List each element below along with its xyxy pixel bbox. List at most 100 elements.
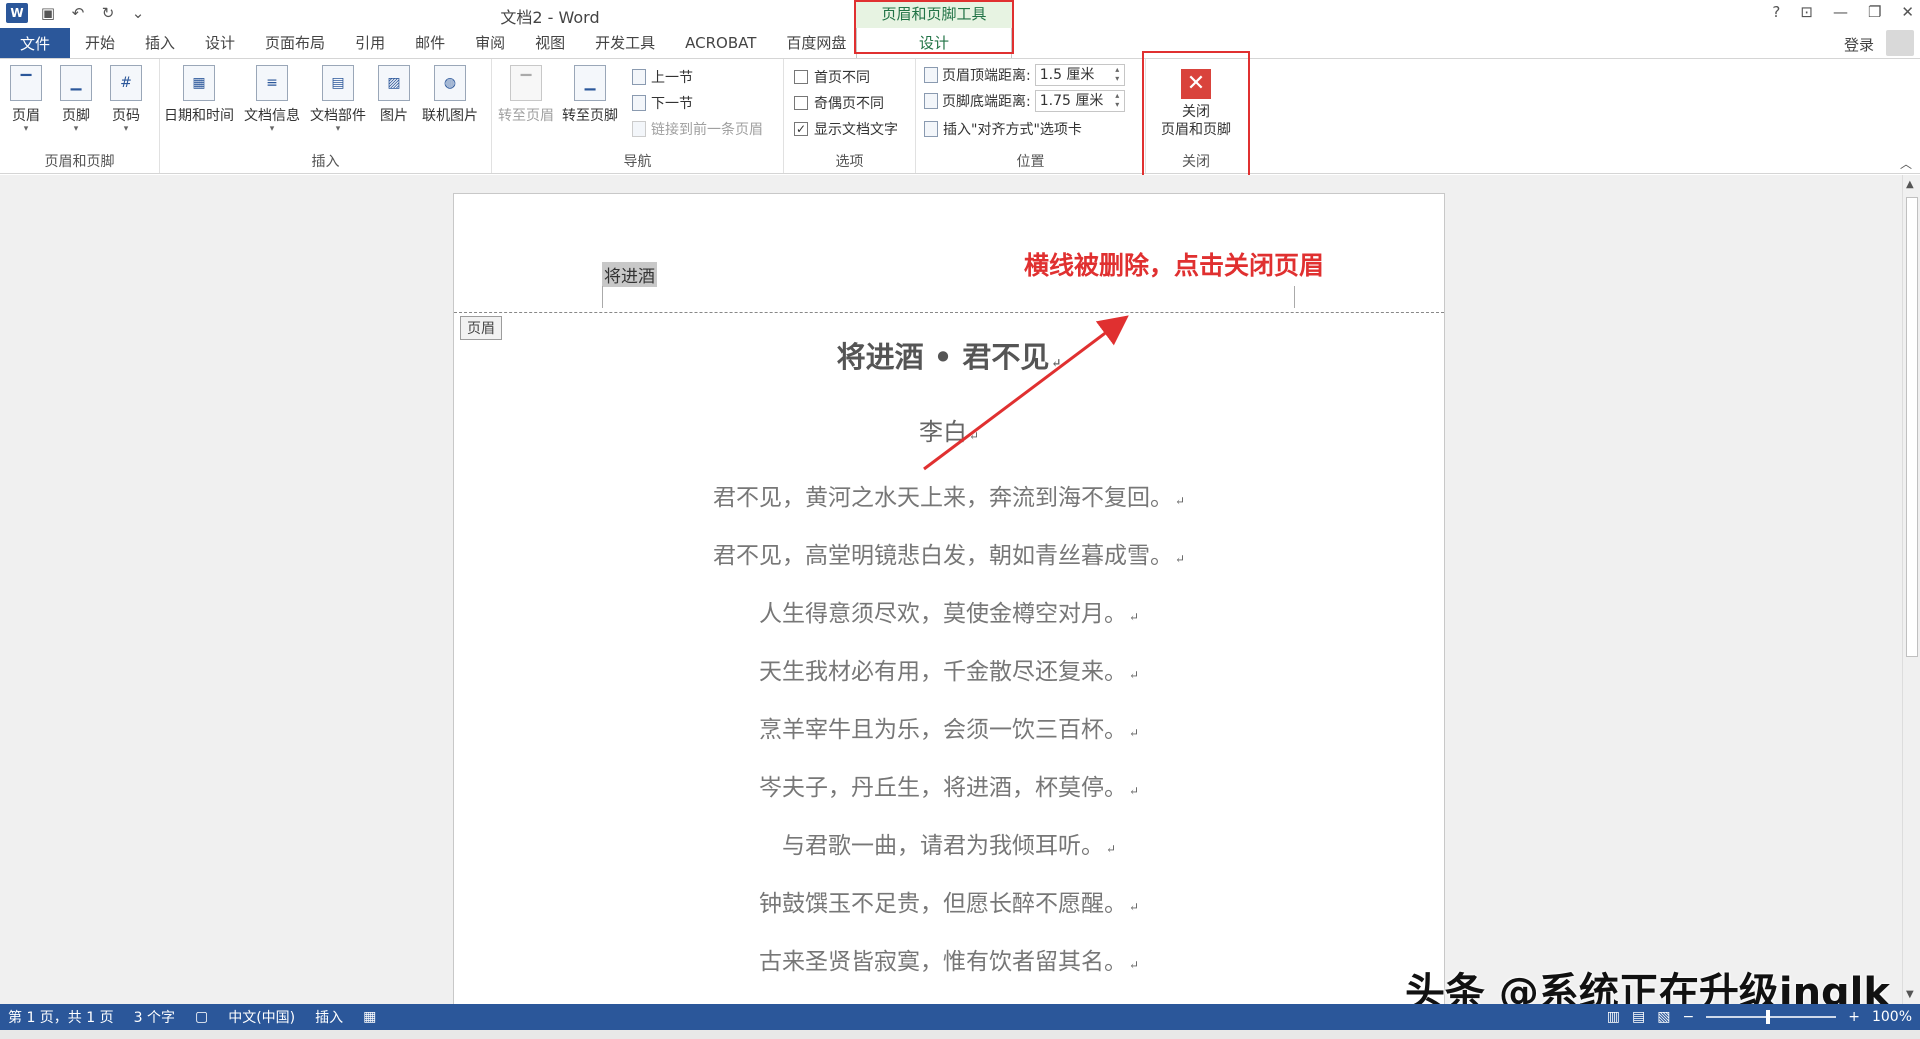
- tab-acrobat[interactable]: ACROBAT: [670, 28, 771, 58]
- tab-view[interactable]: 视图: [520, 28, 580, 58]
- paragraph-mark: ↵: [1128, 958, 1140, 972]
- goto-header-icon: ▔: [510, 65, 542, 101]
- paragraph-mark: ↵: [1128, 610, 1140, 624]
- paragraph-mark: ↵: [1128, 668, 1140, 682]
- link-icon: [632, 121, 646, 137]
- next-section-button[interactable]: 下一节: [632, 93, 693, 113]
- annotation-text: 横线被删除，点击关闭页眉: [1024, 251, 1325, 280]
- paragraph-mark: ↵: [1174, 494, 1186, 508]
- picture-button[interactable]: ▨ 图片: [378, 65, 410, 125]
- poem-line: 与君歌一曲，请君为我倾耳听。 ↵: [781, 833, 1117, 859]
- checkbox-box: [794, 96, 808, 110]
- zoom-level[interactable]: 100%: [1872, 1009, 1912, 1025]
- zoom-slider-thumb[interactable]: [1766, 1010, 1771, 1024]
- close-window-icon[interactable]: ✕: [1901, 3, 1914, 21]
- macro-record-icon[interactable]: ▦: [363, 1009, 376, 1025]
- status-right: ▥ ▤ ▧ − + 100%: [1607, 1004, 1912, 1030]
- chevron-down-icon: ▾: [123, 124, 129, 134]
- login-link[interactable]: 登录: [1844, 34, 1874, 55]
- group-label: 选项: [835, 154, 864, 170]
- scroll-up-icon[interactable]: ▲: [1906, 179, 1914, 190]
- header-position-icon: [924, 67, 938, 83]
- tab-file[interactable]: 文件: [0, 28, 70, 58]
- checkmark-icon: ✓: [794, 122, 808, 136]
- tab-baidu-netdisk[interactable]: 百度网盘: [771, 28, 861, 58]
- tab-design[interactable]: 设计: [190, 28, 250, 58]
- group-label: 页眉和页脚: [44, 154, 115, 170]
- doc-info-button[interactable]: ≡ 文档信息 ▾: [244, 65, 300, 134]
- restore-icon[interactable]: ❐: [1868, 3, 1881, 21]
- header-top-spinner[interactable]: 1.5 厘米: [1034, 64, 1125, 86]
- annotation-arrow: [923, 315, 1129, 471]
- next-section-icon: [632, 95, 646, 111]
- header-top-distance: 页眉顶端距离: 1.5 厘米: [924, 64, 1125, 86]
- page-count[interactable]: 第 1 页，共 1 页: [8, 1007, 114, 1027]
- paragraph-mark: ↵: [1128, 900, 1140, 914]
- proofing-icon[interactable]: ▢: [195, 1009, 208, 1025]
- zoom-in-icon[interactable]: +: [1848, 1009, 1860, 1025]
- footer-icon: ▁: [60, 65, 92, 101]
- chevron-down-icon: ▾: [269, 124, 275, 134]
- group-options: 首页不同 奇偶页不同 ✓ 显示文档文字 选项: [784, 59, 916, 173]
- group-label: 插入: [311, 154, 340, 170]
- header-text[interactable]: 将进酒: [602, 262, 657, 287]
- date-time-button[interactable]: ▦ 日期和时间: [164, 65, 234, 125]
- word-count[interactable]: 3 个字: [134, 1007, 175, 1027]
- group-navigation: ▔ 转至页眉 ▁ 转至页脚 上一节 下一节 链接到前一条页眉 导航: [492, 59, 784, 173]
- group-position: 页眉顶端距离: 1.5 厘米 页脚底端距离: 1.75 厘米 插入"对齐方式"选…: [916, 59, 1146, 173]
- avatar[interactable]: [1886, 30, 1914, 56]
- quick-parts-button[interactable]: ▤ 文档部件 ▾: [310, 65, 366, 134]
- tab-layout[interactable]: 页面布局: [250, 28, 340, 58]
- paragraph-mark: ↵: [1128, 726, 1140, 740]
- header-button[interactable]: ▔ 页眉 ▾: [10, 65, 42, 134]
- group-insert: ▦ 日期和时间 ≡ 文档信息 ▾ ▤ 文档部件 ▾ ▨ 图片 ◍ 联机图片 插入: [160, 59, 492, 173]
- footer-bottom-spinner[interactable]: 1.75 厘米: [1034, 90, 1125, 112]
- crop-mark: [1294, 286, 1295, 308]
- goto-header-button[interactable]: ▔ 转至页眉: [498, 65, 554, 125]
- goto-footer-icon: ▁: [574, 65, 606, 101]
- diff-first-page-checkbox[interactable]: 首页不同: [794, 67, 870, 87]
- tab-developer[interactable]: 开发工具: [580, 28, 670, 58]
- ribbon-display-icon[interactable]: ⊡: [1800, 3, 1813, 21]
- header-icon: ▔: [10, 65, 42, 101]
- picture-icon: ▨: [378, 65, 410, 101]
- poem-line: 岑夫子，丹丘生，将进酒，杯莫停。 ↵: [758, 775, 1140, 801]
- poem-line: 钟鼓馔玉不足贵，但愿长醉不愿醒。 ↵: [758, 891, 1140, 917]
- ribbon: ▔ 页眉 ▾ ▁ 页脚 ▾ # 页码 ▾ 页眉和页脚 ▦ 日期和时间 ≡ 文档信…: [0, 58, 1920, 174]
- help-icon[interactable]: ?: [1772, 3, 1780, 21]
- prev-section-button[interactable]: 上一节: [632, 67, 693, 87]
- insert-align-tab-button[interactable]: 插入"对齐方式"选项卡: [924, 119, 1082, 139]
- link-previous-button[interactable]: 链接到前一条页眉: [632, 119, 763, 139]
- tab-home[interactable]: 开始: [70, 28, 130, 58]
- web-layout-icon[interactable]: ▧: [1657, 1009, 1670, 1025]
- highlight-contextual-tab: [854, 0, 1014, 54]
- vertical-scrollbar[interactable]: ▲ ▼: [1902, 175, 1920, 1004]
- language[interactable]: 中文(中国): [228, 1007, 295, 1027]
- tab-review[interactable]: 审阅: [460, 28, 520, 58]
- group-label: 位置: [1016, 154, 1045, 170]
- calendar-icon: ▦: [183, 65, 215, 101]
- group-label: 导航: [623, 154, 652, 170]
- diff-odd-even-checkbox[interactable]: 奇偶页不同: [794, 93, 884, 113]
- page-number-button[interactable]: # 页码 ▾: [110, 65, 142, 134]
- tab-insert[interactable]: 插入: [130, 28, 190, 58]
- tab-references[interactable]: 引用: [340, 28, 400, 58]
- prev-section-icon: [632, 69, 646, 85]
- show-doc-text-checkbox[interactable]: ✓ 显示文档文字: [794, 119, 898, 139]
- read-mode-icon[interactable]: ▥: [1607, 1009, 1620, 1025]
- online-picture-button[interactable]: ◍ 联机图片: [422, 65, 478, 125]
- zoom-out-icon[interactable]: −: [1683, 1009, 1695, 1025]
- online-picture-icon: ◍: [434, 65, 466, 101]
- tab-mailings[interactable]: 邮件: [400, 28, 460, 58]
- input-mode[interactable]: 插入: [315, 1007, 343, 1027]
- footer-button[interactable]: ▁ 页脚 ▾: [60, 65, 92, 134]
- minimize-icon[interactable]: —: [1833, 3, 1848, 21]
- poem-line: 人生得意须尽欢，莫使金樽空对月。 ↵: [758, 601, 1140, 627]
- print-layout-icon[interactable]: ▤: [1632, 1009, 1645, 1025]
- collapse-ribbon-icon[interactable]: ︿: [1900, 155, 1912, 172]
- document-canvas: 将进酒 页眉 将进酒 • 君不见 ↵ 李白 ↵ 君不见，黄河之水天上来，奔流到海不复…: [0, 175, 1920, 1004]
- zoom-slider[interactable]: [1706, 1010, 1837, 1024]
- scroll-down-icon[interactable]: ▼: [1906, 989, 1914, 1000]
- goto-footer-button[interactable]: ▁ 转至页脚: [562, 65, 618, 125]
- scrollbar-thumb[interactable]: [1906, 197, 1918, 657]
